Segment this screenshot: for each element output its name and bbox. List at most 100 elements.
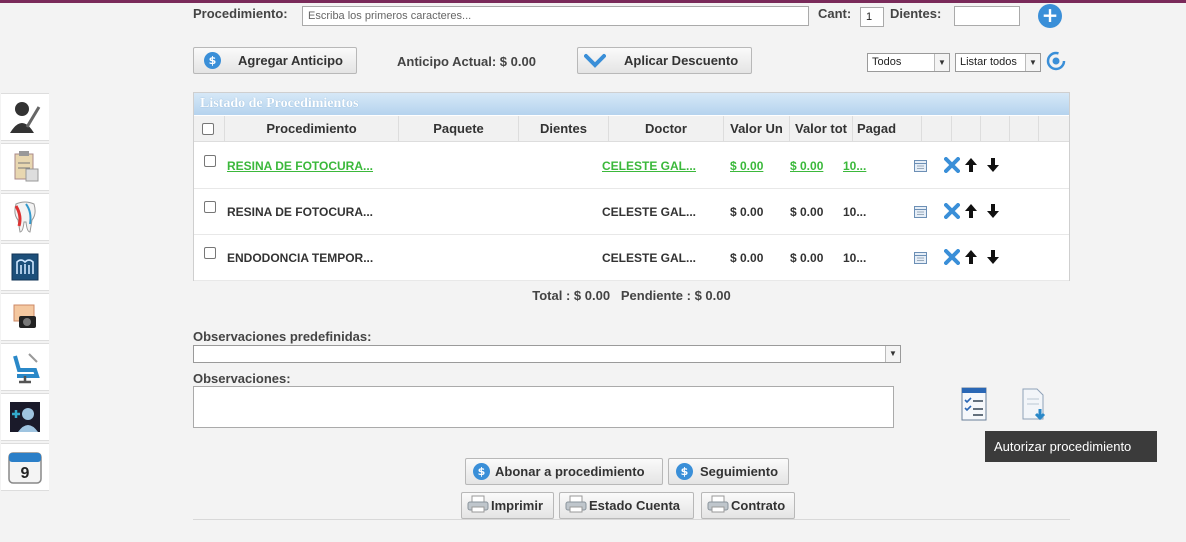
- arrow-down-icon[interactable]: [986, 249, 1000, 268]
- clipboard-notes-icon[interactable]: [1, 143, 49, 191]
- row-valor-tot: $ 0.00: [790, 251, 824, 265]
- dollar-coin-icon: $: [204, 52, 221, 69]
- row-dientes: [519, 235, 609, 281]
- row-checkbox[interactable]: [204, 201, 216, 213]
- authorize-tooltip: Autorizar procedimiento: [985, 431, 1157, 462]
- row-paquete: [399, 189, 519, 235]
- row-valor-un[interactable]: $ 0.00: [730, 143, 790, 189]
- contrato-label: Contrato: [731, 498, 786, 513]
- row-procedimiento: RESINA DE FOTOCURA...: [227, 205, 374, 219]
- row-dientes: [519, 189, 609, 235]
- procedures-panel-title: Listado de Procedimientos: [194, 93, 1069, 115]
- authorize-document-icon[interactable]: [1020, 387, 1050, 423]
- calendar-table-icon[interactable]: [914, 160, 927, 175]
- table-row[interactable]: RESINA DE FOTOCURA... CELESTE GAL... $ 0…: [194, 189, 1069, 235]
- photo-camera-icon[interactable]: [1, 293, 49, 341]
- row-dientes: [519, 143, 609, 189]
- cant-label: Cant:: [818, 6, 852, 21]
- abonar-label: Abonar a procedimiento: [495, 464, 645, 479]
- col-pagado[interactable]: Pagad: [853, 116, 922, 142]
- printer-icon: [707, 495, 729, 516]
- row-valor-un: $ 0.00: [730, 205, 764, 219]
- monitor-xray-icon[interactable]: [1, 393, 49, 441]
- row-checkbox[interactable]: [204, 247, 216, 259]
- agregar-anticipo-button[interactable]: $ Agregar Anticipo: [193, 47, 357, 74]
- observaciones-predefinidas-label: Observaciones predefinidas:: [193, 329, 372, 344]
- observaciones-textarea[interactable]: [193, 386, 894, 428]
- tooth-icon[interactable]: [1, 193, 49, 241]
- panoramic-xray-icon[interactable]: [1, 243, 49, 291]
- row-doctor[interactable]: CELESTE GAL...: [602, 143, 722, 189]
- seguimiento-button[interactable]: $ Seguimiento: [668, 458, 789, 485]
- row-valor-tot[interactable]: $ 0.00: [790, 143, 850, 189]
- dental-chair-icon[interactable]: [1, 343, 49, 391]
- col-doctor[interactable]: Doctor: [609, 116, 724, 142]
- dropdown-arrow-icon: ▼: [934, 54, 949, 71]
- arrow-up-icon[interactable]: [964, 249, 978, 268]
- bottom-divider: [193, 519, 1070, 520]
- list-select[interactable]: Listar todos ▼: [955, 53, 1041, 72]
- totals-text: Total : $ 0.00 Pendiente : $ 0.00: [532, 288, 731, 303]
- table-row[interactable]: ENDODONCIA TEMPOR... CELESTE GAL... $ 0.…: [194, 235, 1069, 281]
- arrow-up-icon[interactable]: [964, 203, 978, 222]
- col-blank-4: [1010, 116, 1039, 142]
- col-blank-1: [922, 116, 952, 142]
- select-all-cell: [194, 116, 225, 142]
- agregar-anticipo-label: Agregar Anticipo: [238, 53, 343, 68]
- select-all-checkbox[interactable]: [202, 123, 214, 135]
- col-paquete[interactable]: Paquete: [399, 116, 519, 142]
- calendar-icon[interactable]: 9: [1, 443, 49, 491]
- filter-select[interactable]: Todos ▼: [867, 53, 950, 72]
- row-pagado[interactable]: 10...: [843, 143, 883, 189]
- cant-input[interactable]: 1: [860, 7, 884, 27]
- row-pagado: 10...: [843, 251, 867, 265]
- imprimir-label: Imprimir: [491, 498, 544, 513]
- calendar-day: 9: [21, 465, 30, 482]
- calendar-table-icon[interactable]: [914, 252, 927, 267]
- imprimir-button[interactable]: Imprimir: [461, 492, 554, 519]
- col-blank-3: [981, 116, 1010, 142]
- row-paquete: [399, 143, 519, 189]
- arrow-down-icon[interactable]: [986, 157, 1000, 176]
- col-blank-2: [952, 116, 981, 142]
- table-row[interactable]: RESINA DE FOTOCURA... CELESTE GAL... $ 0…: [194, 143, 1069, 189]
- row-doctor: CELESTE GAL...: [602, 251, 697, 265]
- abonar-button[interactable]: $ Abonar a procedimiento: [465, 458, 663, 485]
- calendar-table-icon[interactable]: [914, 206, 927, 221]
- observaciones-predefinidas-select[interactable]: ▼: [193, 345, 901, 363]
- table-header-row: Procedimiento Paquete Dientes Doctor Val…: [194, 116, 1069, 142]
- printer-icon: [565, 495, 587, 516]
- anticipo-actual-text: Anticipo Actual: $ 0.00: [397, 54, 536, 69]
- add-procedure-plus-icon[interactable]: +: [1038, 4, 1062, 28]
- observaciones-label: Observaciones:: [193, 371, 291, 386]
- contrato-button[interactable]: Contrato: [701, 492, 795, 519]
- aplicar-descuento-label: Aplicar Descuento: [624, 53, 739, 68]
- arrow-up-icon[interactable]: [964, 157, 978, 176]
- delete-x-icon[interactable]: [944, 157, 960, 176]
- estado-cuenta-button[interactable]: Estado Cuenta: [559, 492, 694, 519]
- delete-x-icon[interactable]: [944, 203, 960, 222]
- row-doctor: CELESTE GAL...: [602, 205, 697, 219]
- col-dientes[interactable]: Dientes: [519, 116, 609, 142]
- procedimiento-search-input[interactable]: Escriba los primeros caracteres...: [302, 6, 809, 26]
- top-accent-bar: [0, 0, 1186, 3]
- row-procedimiento: ENDODONCIA TEMPOR...: [227, 251, 374, 265]
- dropdown-arrow-icon: ▼: [885, 346, 900, 362]
- aplicar-descuento-button[interactable]: Aplicar Descuento: [577, 47, 752, 74]
- arrow-down-icon[interactable]: [986, 203, 1000, 222]
- doctor-pen-icon[interactable]: [1, 93, 49, 141]
- col-procedimiento[interactable]: Procedimiento: [225, 116, 399, 142]
- seguimiento-label: Seguimiento: [700, 464, 779, 479]
- procedimiento-label: Procedimiento:: [193, 6, 288, 21]
- printer-icon: [467, 495, 489, 516]
- row-valor-un: $ 0.00: [730, 251, 764, 265]
- row-checkbox[interactable]: [204, 155, 216, 167]
- row-pagado: 10...: [843, 205, 867, 219]
- refresh-icon[interactable]: [1046, 51, 1066, 71]
- col-valor-tot[interactable]: Valor tot: [790, 116, 853, 142]
- checklist-document-icon[interactable]: [960, 386, 988, 422]
- row-procedimiento[interactable]: RESINA DE FOTOCURA...: [227, 143, 399, 189]
- delete-x-icon[interactable]: [944, 249, 960, 268]
- dientes-input[interactable]: [954, 6, 1020, 26]
- col-valor-un[interactable]: Valor Un: [724, 116, 790, 142]
